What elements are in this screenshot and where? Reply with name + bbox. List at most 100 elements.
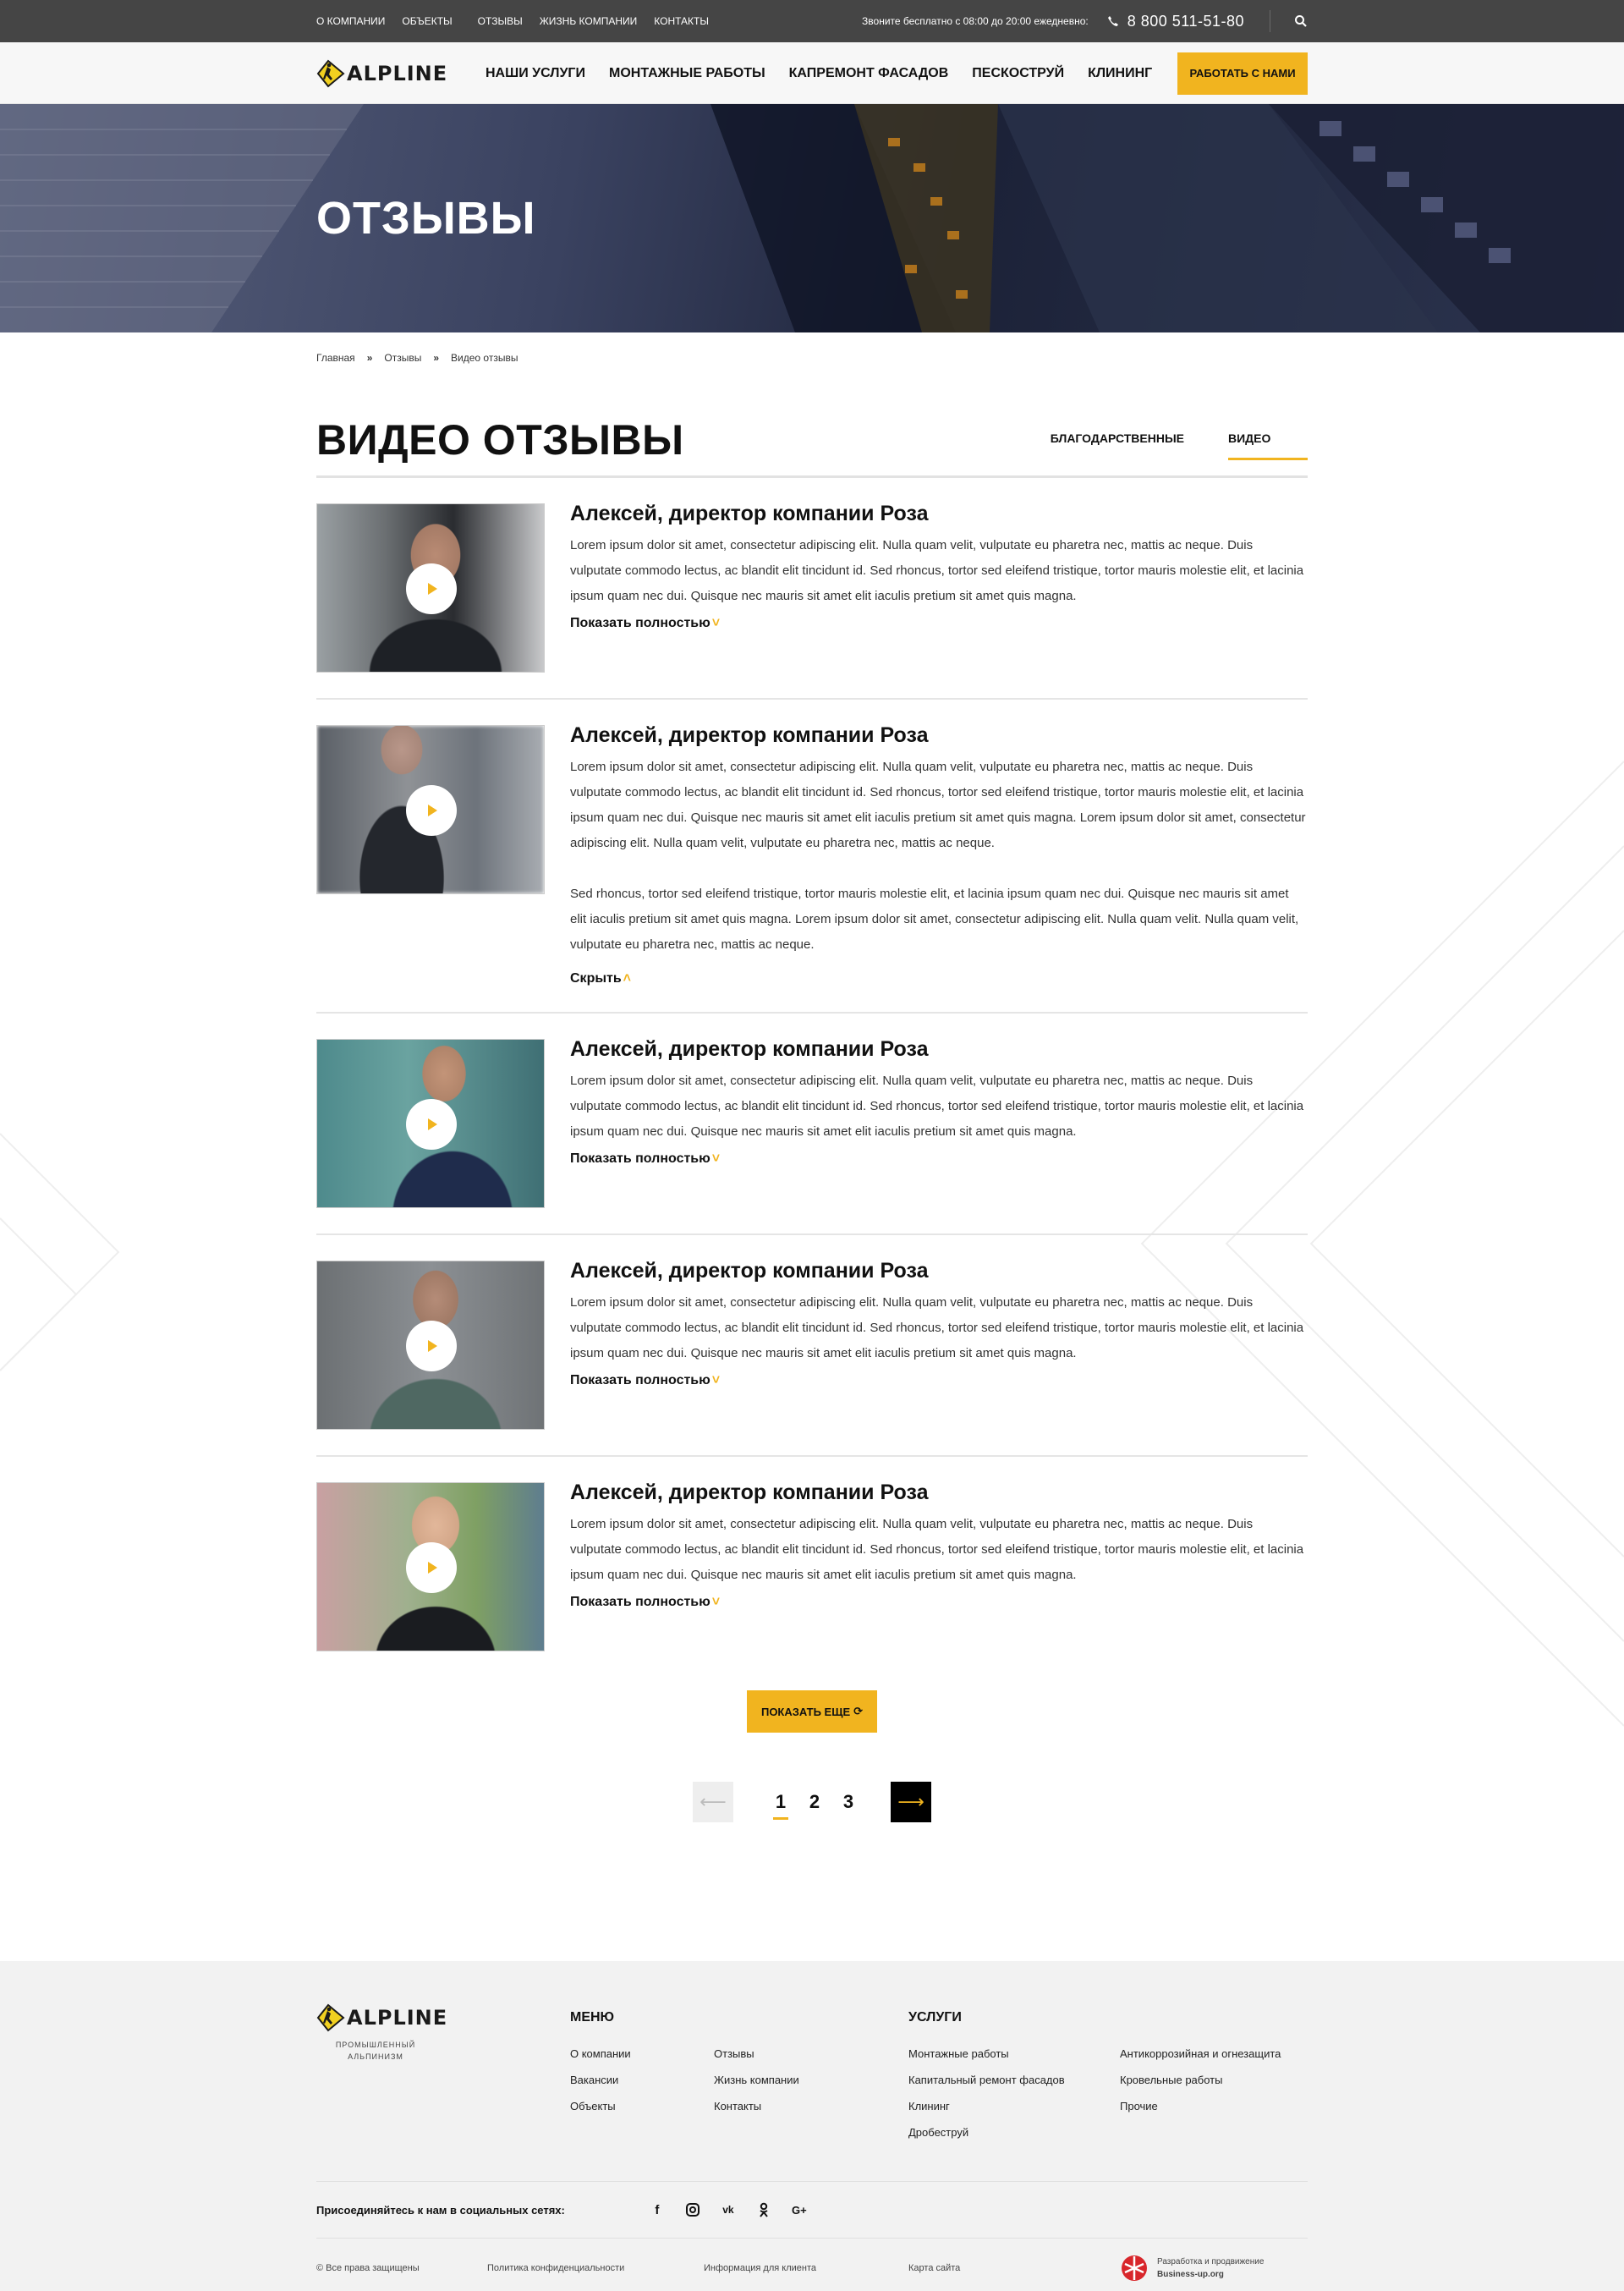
review-text: Lorem ipsum dolor sit amet, consectetur … — [570, 1074, 1304, 1139]
footer-link-shotblast[interactable]: Дробеструй — [908, 2119, 1120, 2145]
hide-label: Скрыть — [570, 971, 622, 986]
odnoklassniki-icon[interactable] — [756, 2202, 771, 2217]
logo-text: ALPLINE — [347, 61, 448, 85]
page-number-1[interactable]: 1 — [764, 1791, 798, 1820]
show-more-label: Показать полностью — [570, 616, 710, 630]
video-thumbnail[interactable] — [316, 1261, 545, 1430]
tab-gratitude[interactable]: Благодарственные — [1051, 431, 1184, 457]
video-thumbnail[interactable] — [316, 1482, 545, 1651]
review-item: Алексей, директор компании Роза Lorem ip… — [316, 478, 1308, 700]
phone-number[interactable]: 8 800 511-51-80 — [1127, 13, 1244, 30]
play-icon — [428, 1562, 437, 1574]
play-button[interactable] — [406, 1542, 457, 1593]
play-icon — [428, 583, 437, 595]
top-nav-item-objects[interactable]: Объекты — [402, 15, 452, 27]
review-item: Алексей, директор компании Роза Lorem ip… — [316, 1014, 1308, 1235]
show-more-link[interactable]: Показать полностью ˅ — [570, 616, 720, 631]
footer-link-other[interactable]: Прочие — [1120, 2093, 1281, 2119]
breadcrumb-home[interactable]: Главная — [316, 352, 355, 364]
show-more-link[interactable]: Показать полностью ˅ — [570, 1373, 720, 1388]
nav-item-services[interactable]: Наши услуги — [486, 66, 585, 81]
logo[interactable]: ALPLINE — [316, 59, 486, 88]
footer-menu-title: Меню — [570, 2010, 615, 2025]
developer-credit[interactable]: Разработка и продвижение Business-up.org — [1120, 2254, 1308, 2283]
footer-link-about[interactable]: О компании — [570, 2041, 714, 2067]
footer-link-contacts[interactable]: Контакты — [714, 2093, 799, 2119]
social-bar: Присоединяйтесь к нам в социальных сетях… — [316, 2181, 1308, 2239]
review-author: Алексей, директор компании Роза — [570, 1259, 929, 1283]
chevron-down-icon: ˅ — [711, 1595, 721, 1609]
page-title: ВИДЕО ОТЗЫВЫ — [316, 416, 684, 464]
top-nav-item-life[interactable]: Жизнь компании — [540, 15, 638, 27]
work-with-us-button[interactable]: Работать с нами — [1177, 52, 1308, 95]
nav-item-facades[interactable]: Капремонт фасадов — [789, 66, 949, 81]
hero-banner: ОТЗЫВЫ — [0, 104, 1624, 332]
top-nav: О компании Объекты Отзывы Жизнь компании… — [316, 15, 709, 27]
breadcrumb-separator-icon: » — [366, 352, 373, 364]
top-nav-item-about[interactable]: О компании — [316, 15, 385, 27]
footer-bottom: © Все права защищены Политика конфиденци… — [316, 2239, 1308, 2291]
sitemap-link[interactable]: Карта сайта — [908, 2263, 960, 2273]
google-plus-icon[interactable]: G+ — [792, 2202, 807, 2217]
page-hero-title: ОТЗЫВЫ — [316, 193, 536, 244]
vk-icon[interactable]: vk — [721, 2202, 736, 2217]
review-item: Алексей, директор компании Роза Lorem ip… — [316, 1235, 1308, 1457]
show-more-link[interactable]: Показать полностью ˅ — [570, 1151, 720, 1167]
play-icon — [428, 1118, 437, 1130]
page-number-3[interactable]: 3 — [831, 1791, 865, 1813]
main-nav: Наши услуги Монтажные работы Капремонт ф… — [486, 66, 1176, 81]
instagram-icon[interactable] — [685, 2202, 700, 2217]
show-more-link[interactable]: Показать полностью ˅ — [570, 1595, 720, 1610]
footer: ALPLINE Промышленный альпинизм Меню О ко… — [0, 1961, 1624, 2291]
show-more-label: Показать полностью — [570, 1595, 710, 1609]
play-button[interactable] — [406, 785, 457, 836]
tab-video[interactable]: Видео — [1228, 431, 1308, 460]
top-bar: О компании Объекты Отзывы Жизнь компании… — [0, 0, 1624, 42]
footer-link-roofing[interactable]: Кровельные работы — [1120, 2067, 1281, 2093]
video-thumbnail[interactable] — [316, 503, 545, 673]
video-thumbnail[interactable] — [316, 1039, 545, 1208]
footer-link-mounting[interactable]: Монтажные работы — [908, 2041, 1120, 2067]
footer-link-vacancies[interactable]: Вакансии — [570, 2067, 714, 2093]
arrow-left-icon: ⟵ — [700, 1791, 727, 1812]
play-button[interactable] — [406, 1099, 457, 1150]
play-icon — [428, 805, 437, 816]
nav-item-sandblast[interactable]: Пескоструй — [972, 66, 1064, 81]
top-nav-item-contacts[interactable]: Контакты — [654, 15, 709, 27]
video-thumbnail[interactable] — [316, 725, 545, 894]
top-nav-item-reviews[interactable]: Отзывы — [478, 15, 523, 27]
facebook-icon[interactable]: f — [650, 2202, 665, 2217]
developer-line1: Разработка и продвижение — [1157, 2257, 1265, 2266]
review-text: Lorem ipsum dolor sit amet, consectetur … — [570, 1517, 1304, 1582]
play-button[interactable] — [406, 1321, 457, 1371]
hide-link[interactable]: Скрыть ˄ — [570, 971, 631, 986]
play-button[interactable] — [406, 563, 457, 614]
footer-link-anticorrosion[interactable]: Антикоррозийная и огнезащита — [1120, 2041, 1281, 2067]
footer-link-objects[interactable]: Объекты — [570, 2093, 714, 2119]
privacy-link[interactable]: Политика конфиденциальности — [487, 2263, 704, 2273]
phone-icon — [1107, 15, 1119, 27]
footer-link-reviews[interactable]: Отзывы — [714, 2041, 799, 2067]
client-info-link[interactable]: Информация для клиента — [704, 2263, 908, 2273]
footer-link-life[interactable]: Жизнь компании — [714, 2067, 799, 2093]
breadcrumb-reviews[interactable]: Отзывы — [384, 352, 421, 364]
footer-services-title: Услуги — [908, 2010, 962, 2025]
review-text: Lorem ipsum dolor sit amet, consectetur … — [570, 538, 1304, 603]
footer-link-cleaning[interactable]: Клининг — [908, 2093, 1120, 2119]
section-header: ВИДЕО ОТЗЫВЫ Благодарственные Видео — [316, 419, 1308, 478]
search-icon[interactable] — [1294, 14, 1308, 28]
load-more-button[interactable]: Показать еще ⟳ — [747, 1690, 877, 1733]
nav-item-cleaning[interactable]: Клининг — [1088, 66, 1152, 81]
prev-page-button[interactable]: ⟵ — [693, 1782, 733, 1822]
developer-logo-icon — [1122, 2255, 1147, 2281]
page-number-2[interactable]: 2 — [798, 1791, 831, 1813]
play-icon — [428, 1340, 437, 1352]
nav-item-mounting[interactable]: Монтажные работы — [609, 66, 765, 81]
show-more-label: Показать полностью — [570, 1151, 710, 1166]
next-page-button[interactable]: ⟶ — [891, 1782, 931, 1822]
footer-logo[interactable]: ALPLINE — [316, 2003, 486, 2032]
refresh-icon: ⟳ — [853, 1705, 864, 1717]
review-text: Lorem ipsum dolor sit amet, consectetur … — [570, 760, 1306, 850]
chevron-down-icon: ˅ — [711, 1373, 721, 1387]
footer-link-facades[interactable]: Капитальный ремонт фасадов — [908, 2067, 1120, 2093]
